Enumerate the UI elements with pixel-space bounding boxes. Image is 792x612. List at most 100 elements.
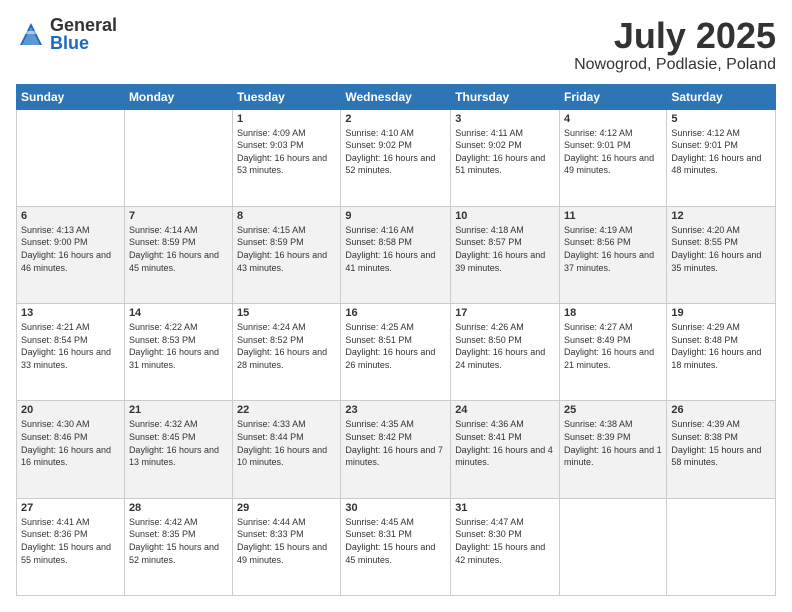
day-info: Sunrise: 4:30 AM Sunset: 8:46 PM Dayligh… xyxy=(21,418,120,468)
day-number: 15 xyxy=(237,307,336,319)
day-number: 7 xyxy=(129,210,228,222)
title-block: July 2025 Nowogrod, Podlasie, Poland xyxy=(574,16,776,74)
calendar-cell: 20 Sunrise: 4:30 AM Sunset: 8:46 PM Dayli… xyxy=(17,401,125,498)
logo: General Blue xyxy=(16,16,117,52)
calendar-cell: 29 Sunrise: 4:44 AM Sunset: 8:33 PM Dayli… xyxy=(233,498,341,595)
day-number: 11 xyxy=(564,210,662,222)
calendar-week-2: 6 Sunrise: 4:13 AM Sunset: 9:00 PM Daylig… xyxy=(17,206,776,303)
calendar-cell: 30 Sunrise: 4:45 AM Sunset: 8:31 PM Dayli… xyxy=(341,498,451,595)
calendar-cell: 26Sunrise: 4:39 AM Sunset: 8:38 PM Dayli… xyxy=(667,401,776,498)
calendar-cell: 16Sunrise: 4:25 AM Sunset: 8:51 PM Dayli… xyxy=(341,304,451,401)
day-info: Sunrise: 4:33 AM Sunset: 8:44 PM Dayligh… xyxy=(237,418,336,468)
day-number: 29 xyxy=(237,502,336,514)
logo-icon xyxy=(16,19,46,49)
day-info: Sunrise: 4:39 AM Sunset: 8:38 PM Dayligh… xyxy=(671,418,771,468)
calendar-cell: 2 Sunrise: 4:10 AM Sunset: 9:02 PM Daylig… xyxy=(341,109,451,206)
day-number: 18 xyxy=(564,307,662,319)
day-number: 31 xyxy=(455,502,555,514)
day-info: Sunrise: 4:20 AM Sunset: 8:55 PM Dayligh… xyxy=(671,224,771,274)
calendar-header-row: Sunday Monday Tuesday Wednesday Thursday… xyxy=(17,84,776,109)
day-info: Sunrise: 4:44 AM Sunset: 8:33 PM Dayligh… xyxy=(237,516,336,566)
calendar-cell xyxy=(667,498,776,595)
calendar-cell: 18 Sunrise: 4:27 AM Sunset: 8:49 PM Dayli… xyxy=(560,304,667,401)
day-number: 22 xyxy=(237,404,336,416)
calendar-cell: 21 Sunrise: 4:32 AM Sunset: 8:45 PM Dayli… xyxy=(124,401,232,498)
header-friday: Friday xyxy=(560,84,667,109)
calendar-cell: 5Sunrise: 4:12 AM Sunset: 9:01 PM Daylig… xyxy=(667,109,776,206)
day-info: Sunrise: 4:32 AM Sunset: 8:45 PM Dayligh… xyxy=(129,418,228,468)
calendar-cell: 27 Sunrise: 4:41 AM Sunset: 8:36 PM Dayli… xyxy=(17,498,125,595)
calendar-cell: 24 Sunrise: 4:36 AM Sunset: 8:41 PM Dayli… xyxy=(451,401,560,498)
day-info: Sunrise: 4:13 AM Sunset: 9:00 PM Dayligh… xyxy=(21,224,120,274)
calendar-cell: 31 Sunrise: 4:47 AM Sunset: 8:30 PM Dayli… xyxy=(451,498,560,595)
day-number: 2 xyxy=(345,113,446,125)
day-info: Sunrise: 4:15 AM Sunset: 8:59 PM Dayligh… xyxy=(237,224,336,274)
day-number: 28 xyxy=(129,502,228,514)
day-number: 19 xyxy=(671,307,771,319)
day-number: 8 xyxy=(237,210,336,222)
day-number: 13 xyxy=(21,307,120,319)
day-info: Sunrise: 4:16 AM Sunset: 8:58 PM Dayligh… xyxy=(345,224,446,274)
calendar-cell: 17Sunrise: 4:26 AM Sunset: 8:50 PM Dayli… xyxy=(451,304,560,401)
calendar-cell: 14 Sunrise: 4:22 AM Sunset: 8:53 PM Dayli… xyxy=(124,304,232,401)
day-info: Sunrise: 4:47 AM Sunset: 8:30 PM Dayligh… xyxy=(455,516,555,566)
calendar-cell: 28Sunrise: 4:42 AM Sunset: 8:35 PM Dayli… xyxy=(124,498,232,595)
calendar-cell: 3Sunrise: 4:11 AM Sunset: 9:02 PM Daylig… xyxy=(451,109,560,206)
header-tuesday: Tuesday xyxy=(233,84,341,109)
calendar-week-5: 27 Sunrise: 4:41 AM Sunset: 8:36 PM Dayli… xyxy=(17,498,776,595)
day-number: 30 xyxy=(345,502,446,514)
day-info: Sunrise: 4:22 AM Sunset: 8:53 PM Dayligh… xyxy=(129,321,228,371)
calendar-cell: 8 Sunrise: 4:15 AM Sunset: 8:59 PM Daylig… xyxy=(233,206,341,303)
day-number: 1 xyxy=(237,113,336,125)
day-info: Sunrise: 4:21 AM Sunset: 8:54 PM Dayligh… xyxy=(21,321,120,371)
day-number: 5 xyxy=(671,113,771,125)
day-info: Sunrise: 4:41 AM Sunset: 8:36 PM Dayligh… xyxy=(21,516,120,566)
calendar-cell: 11 Sunrise: 4:19 AM Sunset: 8:56 PM Dayli… xyxy=(560,206,667,303)
logo-text: General Blue xyxy=(50,16,117,52)
subtitle: Nowogrod, Podlasie, Poland xyxy=(574,56,776,74)
day-number: 27 xyxy=(21,502,120,514)
main-title: July 2025 xyxy=(574,16,776,56)
day-info: Sunrise: 4:38 AM Sunset: 8:39 PM Dayligh… xyxy=(564,418,662,468)
day-number: 6 xyxy=(21,210,120,222)
calendar-cell: 15 Sunrise: 4:24 AM Sunset: 8:52 PM Dayli… xyxy=(233,304,341,401)
calendar-cell xyxy=(17,109,125,206)
day-number: 14 xyxy=(129,307,228,319)
day-info: Sunrise: 4:12 AM Sunset: 9:01 PM Dayligh… xyxy=(564,127,662,177)
day-info: Sunrise: 4:25 AM Sunset: 8:51 PM Dayligh… xyxy=(345,321,446,371)
calendar-cell: 9Sunrise: 4:16 AM Sunset: 8:58 PM Daylig… xyxy=(341,206,451,303)
calendar-cell: 19Sunrise: 4:29 AM Sunset: 8:48 PM Dayli… xyxy=(667,304,776,401)
calendar-cell xyxy=(560,498,667,595)
calendar-cell: 1Sunrise: 4:09 AM Sunset: 9:03 PM Daylig… xyxy=(233,109,341,206)
day-info: Sunrise: 4:18 AM Sunset: 8:57 PM Dayligh… xyxy=(455,224,555,274)
day-number: 4 xyxy=(564,113,662,125)
calendar-table: Sunday Monday Tuesday Wednesday Thursday… xyxy=(16,84,776,596)
day-info: Sunrise: 4:36 AM Sunset: 8:41 PM Dayligh… xyxy=(455,418,555,468)
day-info: Sunrise: 4:45 AM Sunset: 8:31 PM Dayligh… xyxy=(345,516,446,566)
day-info: Sunrise: 4:26 AM Sunset: 8:50 PM Dayligh… xyxy=(455,321,555,371)
calendar-cell: 10Sunrise: 4:18 AM Sunset: 8:57 PM Dayli… xyxy=(451,206,560,303)
header-wednesday: Wednesday xyxy=(341,84,451,109)
calendar-cell: 6 Sunrise: 4:13 AM Sunset: 9:00 PM Daylig… xyxy=(17,206,125,303)
day-info: Sunrise: 4:19 AM Sunset: 8:56 PM Dayligh… xyxy=(564,224,662,274)
calendar-week-1: 1Sunrise: 4:09 AM Sunset: 9:03 PM Daylig… xyxy=(17,109,776,206)
calendar-cell: 13 Sunrise: 4:21 AM Sunset: 8:54 PM Dayli… xyxy=(17,304,125,401)
header-monday: Monday xyxy=(124,84,232,109)
day-info: Sunrise: 4:24 AM Sunset: 8:52 PM Dayligh… xyxy=(237,321,336,371)
day-number: 25 xyxy=(564,404,662,416)
day-info: Sunrise: 4:10 AM Sunset: 9:02 PM Dayligh… xyxy=(345,127,446,177)
header-sunday: Sunday xyxy=(17,84,125,109)
calendar-cell: 23Sunrise: 4:35 AM Sunset: 8:42 PM Dayli… xyxy=(341,401,451,498)
calendar-cell: 12Sunrise: 4:20 AM Sunset: 8:55 PM Dayli… xyxy=(667,206,776,303)
calendar-cell: 22 Sunrise: 4:33 AM Sunset: 8:44 PM Dayli… xyxy=(233,401,341,498)
header: General Blue July 2025 Nowogrod, Podlasi… xyxy=(16,16,776,74)
day-number: 20 xyxy=(21,404,120,416)
header-thursday: Thursday xyxy=(451,84,560,109)
calendar-cell: 7Sunrise: 4:14 AM Sunset: 8:59 PM Daylig… xyxy=(124,206,232,303)
calendar-cell: 25 Sunrise: 4:38 AM Sunset: 8:39 PM Dayli… xyxy=(560,401,667,498)
day-info: Sunrise: 4:27 AM Sunset: 8:49 PM Dayligh… xyxy=(564,321,662,371)
day-number: 21 xyxy=(129,404,228,416)
logo-general: General xyxy=(50,16,117,34)
day-number: 24 xyxy=(455,404,555,416)
day-number: 23 xyxy=(345,404,446,416)
